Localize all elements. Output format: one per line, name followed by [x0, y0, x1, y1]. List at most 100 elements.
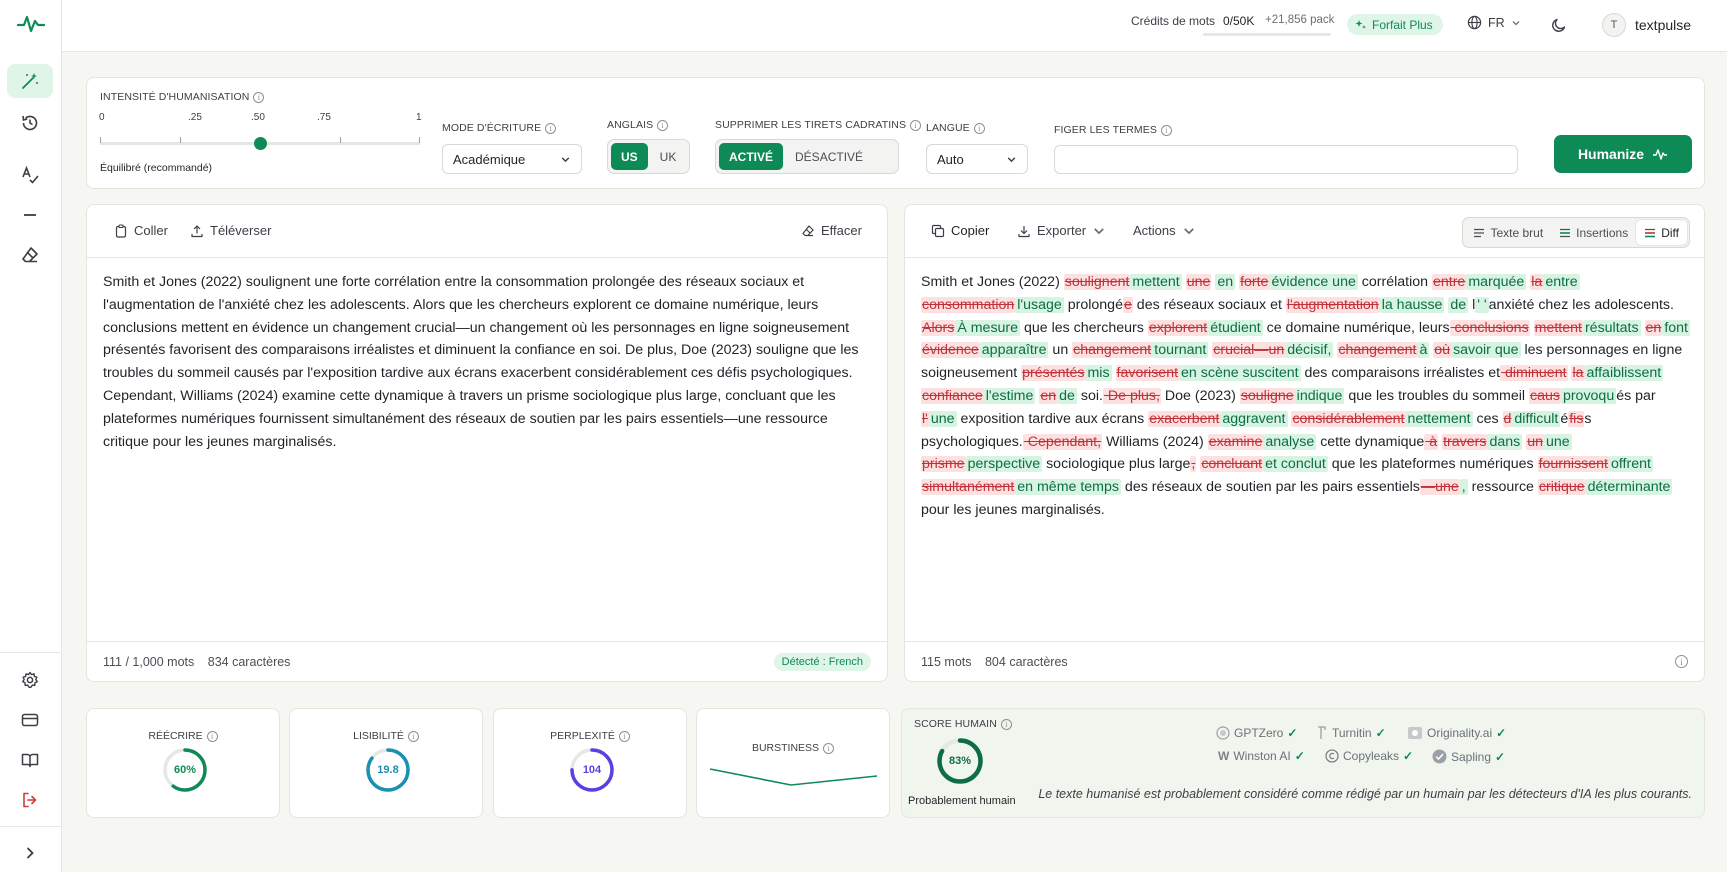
diff-deletion: —une [1419, 479, 1460, 496]
chevron-down-icon [1007, 156, 1016, 162]
english-uk-option[interactable]: UK [650, 143, 687, 170]
intensity-label: INTENSITÉ D'HUMANISATION i [100, 91, 265, 103]
em-dash-on-option[interactable]: ACTIVÉ [719, 143, 784, 170]
diff-deletion: présentés [1021, 365, 1086, 382]
logout-icon [23, 792, 37, 808]
metric-rewrite-label: RÉÉCRIRE i [87, 730, 279, 742]
diff-unchanged: Williams [1102, 433, 1163, 450]
pulse-icon [1653, 149, 1668, 160]
output-panel: Copier Exporter Actions Texte brut Inser… [904, 204, 1705, 682]
export-button[interactable]: Exporter [1017, 223, 1106, 238]
clear-label: Effacer [821, 223, 862, 238]
ui-language-value: FR [1488, 15, 1505, 30]
info-icon[interactable]: i [545, 122, 557, 134]
info-icon[interactable]: i [253, 91, 265, 103]
plan-badge[interactable]: Forfait Plus [1347, 14, 1443, 35]
paste-button[interactable]: Coller [114, 223, 168, 238]
upload-label: Téléverser [210, 223, 272, 238]
diff-deletion: De plus, [1102, 387, 1161, 404]
sidebar-billing-button[interactable] [7, 703, 53, 737]
metric-readability-label: LISIBILITÉ i [290, 730, 482, 742]
info-icon[interactable]: i [910, 119, 922, 131]
sidebar-eraser-button[interactable] [7, 238, 53, 272]
open-book-icon [21, 753, 39, 768]
clear-button[interactable]: Effacer [801, 223, 862, 238]
diff-insertion: entre [1543, 274, 1580, 290]
info-icon[interactable]: i [1000, 718, 1012, 730]
view-diff[interactable]: Diff [1636, 220, 1687, 245]
footer-divider [905, 641, 1704, 642]
diff-icon [1645, 228, 1656, 237]
diff-deletion: une [1185, 274, 1212, 290]
em-dash-off-option[interactable]: DÉSACTIVÉ [785, 143, 873, 170]
credits-progress-bar [1203, 33, 1331, 36]
diff-unchanged: des réseaux sociaux et [1132, 296, 1286, 313]
info-icon[interactable]: i [1160, 124, 1172, 136]
diff-output[interactable]: Smith et Jones (2022) soulignent mettent … [921, 271, 1690, 522]
info-icon[interactable]: i [973, 122, 985, 134]
sapling-logo-icon [1432, 749, 1447, 764]
moon-icon[interactable] [1550, 16, 1568, 34]
sidebar-expand-button[interactable] [7, 836, 53, 870]
info-icon[interactable]: i [657, 119, 669, 131]
sidebar-logout-button[interactable] [7, 783, 53, 817]
diff-unchanged: és par [1616, 387, 1656, 404]
minus-icon [24, 214, 36, 216]
english-label: ANGLAIS i [607, 119, 669, 131]
diff-insertion: dans [1487, 433, 1523, 450]
info-icon[interactable]: i [1675, 655, 1688, 668]
chevron-right-icon [27, 847, 34, 859]
diff-deletion: changement [1337, 342, 1418, 359]
username[interactable]: textpulse [1635, 17, 1691, 33]
diff-insertion: ' ' [1475, 296, 1489, 313]
copy-icon [931, 224, 945, 237]
diff-deletion: conclusions [1449, 319, 1530, 336]
info-icon[interactable]: i [823, 742, 835, 754]
metric-burstiness: BURSTINESS i [696, 708, 890, 818]
sidebar-spellcheck-button[interactable] [7, 158, 53, 192]
view-plain-text[interactable]: Texte brut [1465, 220, 1551, 245]
eraser-icon [802, 224, 814, 236]
actions-button[interactable]: Actions [1133, 223, 1196, 238]
view-insertions[interactable]: Insertions [1551, 220, 1636, 245]
writing-mode-select[interactable]: Académique [442, 144, 582, 174]
diff-deletion: caus [1528, 387, 1561, 404]
sidebar-docs-button[interactable] [7, 743, 53, 777]
copy-button[interactable]: Copier [931, 223, 989, 238]
readability-value: 19.8 [377, 764, 399, 776]
footer-divider [87, 641, 887, 642]
copyleaks-logo-icon [1325, 749, 1339, 763]
freeze-terms-input[interactable] [1054, 145, 1518, 174]
metric-burstiness-label: BURSTINESS i [697, 742, 889, 754]
diff-insertion: affaiblissent [1584, 365, 1664, 382]
input-textarea[interactable]: Smith et Jones (2022) soulignent une for… [103, 271, 873, 453]
language-select[interactable]: Auto [926, 144, 1028, 174]
sidebar-minus-button[interactable] [7, 198, 53, 232]
avatar[interactable]: T [1602, 13, 1626, 37]
diff-unchanged: comparaisons irréalistes et [1331, 365, 1501, 382]
spell-check-icon [22, 165, 39, 184]
info-icon[interactable]: i [407, 730, 419, 742]
info-icon[interactable]: i [206, 730, 218, 742]
ui-language-select[interactable]: FR [1467, 15, 1521, 30]
diff-unchanged: cette dynamique [1316, 433, 1425, 450]
metric-perplexity: PERPLEXITÉ i 104 [493, 708, 687, 818]
pulse-logo-icon[interactable] [16, 12, 46, 36]
diff-insertion: aggravent [1220, 410, 1288, 427]
text-lines-icon [1474, 228, 1485, 237]
diff-insertion: en scène suscitent [1179, 365, 1301, 382]
info-icon[interactable]: i [618, 730, 630, 742]
export-label: Exporter [1037, 223, 1087, 238]
language-label: LANGUE i [926, 122, 985, 134]
humanize-button[interactable]: Humanize [1554, 135, 1692, 173]
english-us-option[interactable]: US [611, 143, 648, 170]
sparkles-icon [1355, 19, 1366, 29]
upload-button[interactable]: Téléverser [190, 223, 271, 238]
diff-unchanged: anxiété chez les [1488, 296, 1595, 313]
diff-unchanged: adolescents. [1594, 296, 1674, 313]
sidebar-history-button[interactable] [7, 106, 53, 140]
sidebar-humanize-button[interactable] [7, 64, 53, 98]
diff-insertion: l'estime [983, 387, 1036, 404]
intensity-slider-thumb[interactable] [253, 137, 267, 150]
sidebar-settings-button[interactable] [7, 663, 53, 697]
